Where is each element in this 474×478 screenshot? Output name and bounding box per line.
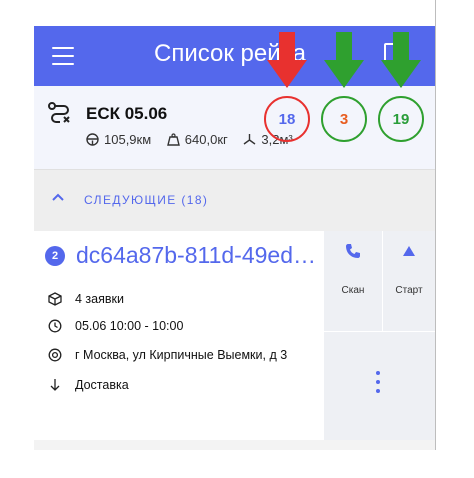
route-icon xyxy=(48,102,70,123)
orders-row: 4 заявки xyxy=(48,292,124,306)
app-screen: Список рейса ЕСК 05.06 105,9км 640,0кг 3… xyxy=(34,0,436,450)
box-icon xyxy=(48,292,62,306)
start-label: Старт xyxy=(395,285,423,296)
steering-wheel-icon xyxy=(86,133,99,146)
weight-value: 640,0кг xyxy=(184,132,228,147)
red-arrow-annotation xyxy=(267,32,307,88)
distance-value: 105,9км xyxy=(104,132,152,147)
hamburger-menu-icon[interactable] xyxy=(52,47,74,65)
chevron-up-icon xyxy=(52,193,64,201)
next-section-header[interactable]: СЛЕДУЮЩИЕ (18) xyxy=(34,169,435,232)
app-bar: Список рейса xyxy=(34,26,435,86)
green-arrow-annotation xyxy=(324,32,364,88)
type-row: Доставка xyxy=(48,378,129,392)
start-button[interactable]: Старт xyxy=(383,245,435,296)
route-summary[interactable]: ЕСК 05.06 105,9км 640,0кг 3,2м³ 18 3 19 xyxy=(34,86,435,169)
scan-button[interactable]: Скан xyxy=(324,243,382,296)
delivery-number-badge: 2 xyxy=(45,246,65,266)
counter-done: 19 xyxy=(378,96,424,142)
actions-divider xyxy=(324,331,435,332)
arrow-down-icon xyxy=(50,379,60,391)
volume-icon xyxy=(243,134,256,145)
weight-stat: 640,0кг xyxy=(166,132,228,147)
card-actions: Скан Старт xyxy=(324,231,435,440)
scan-label: Скан xyxy=(341,285,365,296)
weight-icon xyxy=(166,133,180,146)
section-label: СЛЕДУЮЩИЕ (18) xyxy=(84,193,209,207)
time-row: 05.06 10:00 - 10:00 xyxy=(48,319,183,333)
delivery-card[interactable]: 2 dc64a87b-811d-49ed… 4 заявки 05.06 10:… xyxy=(34,231,435,440)
green-arrow-annotation xyxy=(381,32,421,88)
list-spacer xyxy=(34,440,435,450)
counter-total: 18 xyxy=(264,96,310,142)
orders-count: 4 заявки xyxy=(75,292,124,306)
counter-pending: 3 xyxy=(321,96,367,142)
time-window: 05.06 10:00 - 10:00 xyxy=(75,319,184,333)
delivery-type: Доставка xyxy=(75,378,129,392)
triangle-up-icon xyxy=(403,246,415,256)
distance-stat: 105,9км xyxy=(86,132,151,147)
phone-icon xyxy=(346,244,360,258)
location-icon xyxy=(48,348,62,362)
delivery-id[interactable]: dc64a87b-811d-49ed… xyxy=(76,242,316,269)
address-row: г Москва, ул Кирпичные Выемки, д 3 xyxy=(48,348,287,362)
more-vertical-icon[interactable] xyxy=(376,371,380,393)
address: г Москва, ул Кирпичные Выемки, д 3 xyxy=(75,348,288,362)
clock-icon xyxy=(48,319,62,333)
route-title: ЕСК 05.06 xyxy=(86,104,168,123)
